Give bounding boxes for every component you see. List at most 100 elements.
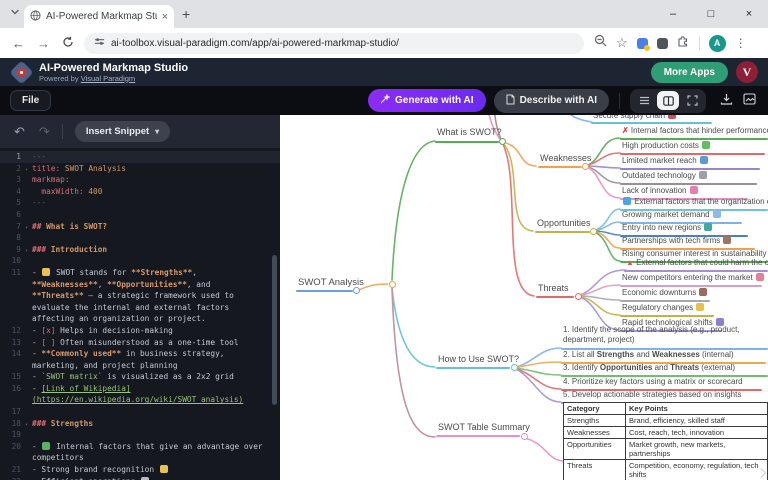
code-line[interactable]: 11- SWOT stands for **Strengths**, **Wea… — [0, 267, 280, 325]
window-minimize-button[interactable]: – — [654, 8, 692, 20]
code-line[interactable]: 10 — [0, 255, 280, 267]
fold-caret-icon[interactable]: ▾ — [25, 223, 28, 235]
window-maximize-button[interactable]: □ — [692, 8, 730, 20]
tab-close-icon[interactable]: × — [162, 11, 168, 23]
profile-avatar[interactable]: A — [709, 35, 726, 52]
app-header: AI-Powered Markmap Studio Powered by Vis… — [0, 58, 768, 86]
code-line[interactable]: 5--- — [0, 197, 280, 209]
code-line[interactable]: 8 — [0, 232, 280, 244]
back-button[interactable]: ← — [12, 36, 25, 51]
node-underline — [620, 300, 710, 302]
code-line[interactable]: 15- `SWOT matrix` is visualized as a 2x2… — [0, 371, 280, 383]
code-line[interactable]: 1--- — [0, 151, 280, 163]
app-title: AI-Powered Markmap Studio — [39, 62, 188, 74]
fold-caret-icon[interactable]: ▾ — [25, 165, 28, 177]
emoji-icon — [699, 288, 707, 296]
browser-tab[interactable]: AI-Powered Markmap Studio × — [24, 5, 174, 28]
undo-button[interactable]: ↶ — [14, 124, 25, 140]
code-line[interactable]: 19 — [0, 429, 280, 441]
download-icon[interactable] — [720, 92, 733, 110]
markdown-editor-panel: ↶ ↷ Insert Snippet▾ 1---2▾title: SWOT An… — [0, 115, 280, 480]
table-row: StrengthsBrand, efficiency, skilled staf… — [564, 415, 768, 427]
code-line[interactable]: 4 maxWidth: 400 — [0, 186, 280, 198]
node-underline — [620, 168, 760, 170]
editor-scrollbar[interactable] — [272, 255, 277, 405]
node-toggle-circle[interactable] — [389, 281, 396, 288]
node-underline — [620, 153, 765, 155]
visual-paradigm-logo[interactable]: V — [736, 61, 758, 83]
bookmark-star-icon[interactable]: ☆ — [616, 35, 628, 51]
view-mode-switcher — [630, 89, 706, 113]
export-image-icon[interactable] — [743, 92, 756, 110]
browser-navbar: ← → ai-toolbox.visual-paradigm.com/app/a… — [0, 28, 768, 58]
node-underline — [436, 367, 510, 369]
chevron-down-icon: ▾ — [155, 127, 159, 136]
code-line[interactable]: 20- Internal factors that give an advant… — [0, 441, 280, 464]
node-toggle-circle[interactable] — [582, 163, 589, 170]
code-line[interactable]: 21- Strong brand recognition — [0, 464, 280, 476]
site-controls-icon[interactable] — [94, 34, 105, 52]
browser-window: AI-Powered Markmap Studio × + – □ × ← → … — [0, 0, 768, 480]
node-how-to-use: How to Use SWOT? — [438, 354, 519, 365]
visual-paradigm-link[interactable]: Visual Paradigm — [81, 74, 135, 83]
extension-dark-icon[interactable] — [657, 38, 668, 49]
browser-menu-icon[interactable]: ⋮ — [735, 36, 747, 50]
code-line[interactable]: 22- Efficient operations — [0, 476, 280, 480]
weakness-item: Outdated technology — [622, 171, 708, 181]
code-line[interactable]: 2▾title: SWOT Analysis — [0, 163, 280, 175]
insert-snippet-button[interactable]: Insert Snippet▾ — [75, 121, 170, 142]
code-line[interactable]: 13- [ ] Often misunderstood as a one-tim… — [0, 337, 280, 349]
code-line[interactable]: 3markmap: — [0, 174, 280, 186]
extension-colored-icon[interactable] — [637, 38, 648, 49]
fold-caret-icon[interactable]: ▾ — [25, 420, 28, 432]
code-line[interactable]: 14- **Commonly used** in business strate… — [0, 348, 280, 371]
emoji-icon — [623, 197, 631, 205]
describe-with-ai-button[interactable]: Describe with AI — [494, 89, 609, 113]
code-line[interactable]: 9▾### Introduction — [0, 244, 280, 256]
code-line[interactable]: 12- [x] Helps in decision-making — [0, 325, 280, 337]
file-menu-button[interactable]: File — [10, 90, 51, 111]
weakness-item: Lack of innovation — [622, 186, 699, 196]
url-bar[interactable]: ai-toolbox.visual-paradigm.com/app/ai-po… — [84, 33, 584, 54]
app-logo-icon — [9, 60, 33, 84]
node-toggle-circle[interactable] — [590, 228, 597, 235]
editor-code[interactable]: 1---2▾title: SWOT Analysis3markmap:4 max… — [0, 148, 280, 480]
node-underline — [624, 270, 768, 272]
node-toggle-circle[interactable] — [499, 138, 506, 145]
mindmap[interactable]: SWOT AnalysisWhat is SWOT?Secure supply … — [280, 115, 768, 480]
node-table-summary: SWOT Table Summary — [438, 422, 530, 433]
node-toggle-circle[interactable] — [353, 287, 360, 294]
fullscreen-view-button[interactable] — [681, 91, 703, 110]
split-view-button[interactable] — [657, 91, 679, 110]
new-tab-button[interactable]: + — [182, 7, 190, 21]
forward-button[interactable]: → — [37, 36, 50, 51]
node-underline — [620, 183, 757, 185]
table-header: Category — [564, 403, 626, 415]
code-line[interactable]: 6 — [0, 209, 280, 221]
code-line[interactable]: 18▾### Strengths — [0, 418, 280, 430]
swot-summary-table: CategoryKey PointsStrengthsBrand, effici… — [563, 402, 768, 480]
redo-button[interactable]: ↷ — [39, 124, 50, 140]
threat-item: Regulatory changes — [622, 303, 705, 313]
code-line[interactable]: 7▾## What is SWOT? — [0, 221, 280, 233]
node-toggle-circle[interactable] — [575, 293, 582, 300]
extensions-puzzle-icon[interactable] — [677, 34, 690, 52]
more-apps-button[interactable]: More Apps — [651, 62, 728, 83]
threat-item: ▲ External factors that could harm the o… — [626, 258, 768, 268]
fold-caret-icon[interactable]: ▾ — [25, 246, 28, 258]
code-line[interactable]: 16- [Link of Wikipedia](https://en.wikip… — [0, 383, 280, 406]
zoom-icon[interactable] — [594, 34, 607, 52]
generate-with-ai-button[interactable]: Generate with AI — [368, 89, 486, 112]
marker-icon: ✗ — [622, 126, 629, 135]
howto-step: 2. List all Strengths and Weaknesses (in… — [563, 350, 734, 360]
window-close-button[interactable]: × — [730, 8, 768, 20]
table-header: Key Points — [626, 403, 768, 415]
marker-icon: ▲ — [626, 258, 634, 267]
editor-only-view-button[interactable] — [633, 91, 655, 110]
emoji-icon — [699, 171, 707, 179]
code-line[interactable]: 17 — [0, 406, 280, 418]
tab-search-chevron-icon[interactable] — [10, 8, 20, 19]
node-toggle-circle[interactable] — [511, 364, 518, 371]
node-toggle-circle[interactable] — [521, 433, 528, 440]
reload-button[interactable] — [62, 36, 74, 51]
